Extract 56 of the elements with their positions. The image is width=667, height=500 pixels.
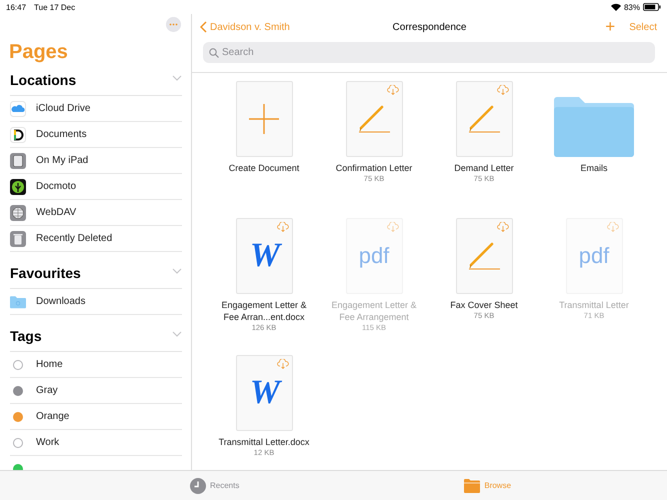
folder-icon bbox=[10, 294, 26, 308]
sidebar-item[interactable]: Gray bbox=[36, 385, 58, 396]
app-title: Pages bbox=[9, 40, 69, 64]
pdf-glyph: pdf bbox=[578, 243, 610, 269]
folder-title: Correspondence bbox=[392, 22, 466, 32]
file-name: Transmittal Letter bbox=[559, 299, 629, 311]
pdf-glyph: pdf bbox=[358, 243, 390, 269]
section-header: Tags bbox=[10, 328, 42, 344]
pen-icon bbox=[358, 104, 390, 134]
create-document-thumbnail[interactable] bbox=[236, 81, 292, 157]
pen-icon bbox=[468, 104, 500, 134]
cloud-icon bbox=[10, 100, 26, 116]
app-icon bbox=[10, 178, 26, 194]
file-name: Engagement Letter & Fee Arrangement bbox=[330, 299, 418, 323]
clock-icon bbox=[190, 478, 206, 494]
sidebar-item[interactable]: iCloud Drive bbox=[36, 103, 90, 114]
sidebar-item[interactable]: Recently Deleted bbox=[36, 233, 112, 244]
sidebar-item[interactable]: Work bbox=[36, 437, 60, 448]
plus-icon bbox=[249, 104, 279, 134]
folder-icon[interactable] bbox=[554, 96, 634, 157]
sidebar-item[interactable]: Downloads bbox=[36, 296, 86, 307]
folder-icon bbox=[464, 478, 480, 492]
file-name: Demand Letter bbox=[454, 162, 514, 174]
trash-icon bbox=[10, 230, 26, 246]
search-field[interactable]: Search bbox=[203, 42, 655, 63]
word-glyph: W bbox=[250, 237, 278, 275]
sidebar-item[interactable]: Docmoto bbox=[36, 181, 76, 192]
sidebar-item[interactable]: Documents bbox=[36, 129, 87, 140]
status-time: 16:47 bbox=[6, 2, 26, 12]
file-name: Transmittal Letter.docx bbox=[218, 436, 310, 448]
tablet-icon bbox=[10, 152, 26, 168]
file-name: Engagement Letter & Fee Arran...ent.docx bbox=[220, 299, 308, 323]
sidebar-item[interactable]: On My iPad bbox=[36, 155, 88, 166]
section-header: Locations bbox=[10, 72, 76, 88]
file-name: Create Document bbox=[228, 162, 300, 174]
file-name: Emails bbox=[580, 162, 608, 174]
app-icon bbox=[10, 126, 26, 142]
pen-icon bbox=[468, 241, 500, 271]
document-thumbnail[interactable] bbox=[456, 218, 512, 294]
document-thumbnail[interactable] bbox=[346, 81, 402, 157]
wifi-icon bbox=[610, 3, 621, 11]
sidebar-item[interactable]: WebDAV bbox=[36, 207, 76, 218]
battery-icon bbox=[643, 3, 661, 11]
sidebar-item[interactable]: Home bbox=[36, 359, 63, 370]
sidebar-item[interactable]: Orange bbox=[36, 411, 70, 422]
document-thumbnail[interactable] bbox=[456, 81, 512, 157]
document-thumbnail[interactable]: W bbox=[236, 355, 292, 431]
status-date: Tue 17 Dec bbox=[34, 2, 76, 12]
battery-percent: 83% bbox=[624, 2, 640, 12]
file-name: Fax Cover Sheet bbox=[450, 299, 518, 311]
globe-icon bbox=[10, 204, 26, 220]
file-name: Confirmation Letter bbox=[336, 162, 412, 174]
word-glyph: W bbox=[250, 374, 278, 412]
document-thumbnail[interactable]: W bbox=[236, 218, 292, 294]
back-chevron-icon bbox=[200, 21, 207, 33]
section-header: Favourites bbox=[10, 265, 81, 281]
